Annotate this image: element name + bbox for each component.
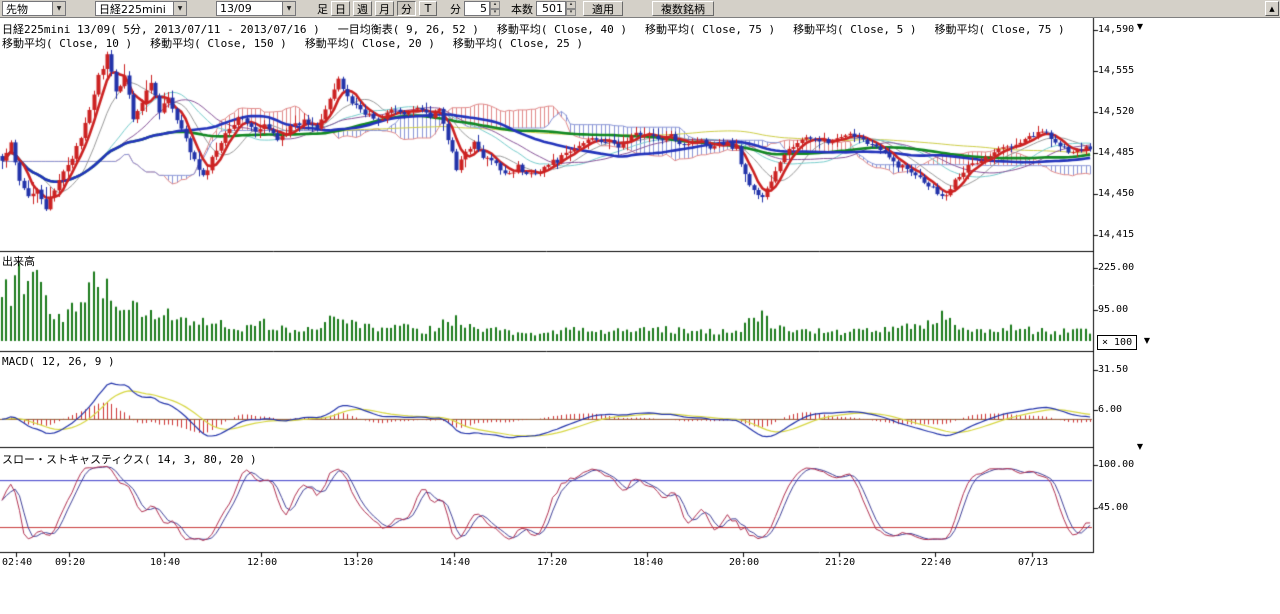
volume-panel-menu-arrow-icon[interactable]: ▼: [1141, 336, 1153, 345]
spin-down-icon[interactable]: ▾: [566, 9, 576, 17]
price-tick-label: 14,415: [1098, 229, 1134, 241]
legend-item: 移動平均( Close, 5 ): [793, 21, 916, 37]
time-axis-label: 10:40: [150, 557, 180, 569]
bars-spinner[interactable]: ▴ ▾: [566, 1, 576, 16]
contract-month-value: 13/09: [217, 2, 282, 15]
chart-canvas[interactable]: [0, 18, 1100, 558]
price-tick-label: 14,520: [1098, 106, 1134, 118]
period-minute-button[interactable]: 分: [397, 1, 416, 16]
stoch-panel-label: スロー・ストキャスティクス( 14, 3, 80, 20 ): [2, 451, 257, 467]
time-axis-label: 18:40: [633, 557, 663, 569]
toolbar: 先物 ▼ 日経225mini ▼ 13/09 ▼ 足 日 週 月 分 T 分 5…: [0, 0, 1280, 18]
price-tick-label: 14,555: [1098, 65, 1134, 77]
period-week-button[interactable]: 週: [353, 1, 372, 16]
symbol-value: 日経225mini: [96, 1, 173, 17]
time-axis-label: 13:20: [343, 557, 373, 569]
chevron-down-icon[interactable]: ▼: [52, 2, 65, 15]
stoch-panel-menu-arrow-icon[interactable]: ▼: [1134, 442, 1146, 451]
apply-button[interactable]: 適用: [583, 1, 623, 16]
volume-panel-label: 出来高: [2, 253, 35, 269]
spin-up-icon[interactable]: ▴: [566, 1, 576, 9]
volume-multiplier-badge: × 100: [1097, 335, 1137, 350]
macd-tick-label: 31.50: [1098, 364, 1128, 376]
legend-item: 移動平均( Close, 10 ): [2, 35, 132, 51]
time-axis-label: 14:40: [440, 557, 470, 569]
price-tick-label: 14,485: [1098, 147, 1134, 159]
period-month-button[interactable]: 月: [375, 1, 394, 16]
time-axis-label: 07/13: [1018, 557, 1048, 569]
legend-item: 移動平均( Close, 25 ): [453, 35, 583, 51]
bars-label: 本数: [511, 1, 533, 17]
spin-down-icon[interactable]: ▾: [490, 9, 500, 17]
legend-line-2: 移動平均( Close, 10 ) 移動平均( Close, 150 ) 移動平均(…: [2, 35, 583, 51]
time-axis-label: 17:20: [537, 557, 567, 569]
legend-item: 移動平均( Close, 20 ): [305, 35, 435, 51]
macd-tick-label: 6.00: [1098, 404, 1122, 416]
price-panel-menu-arrow-icon[interactable]: ▼: [1134, 22, 1146, 31]
period-tick-button[interactable]: T: [419, 1, 437, 16]
bars-input[interactable]: 501 ▴ ▾: [536, 1, 576, 16]
symbol-select[interactable]: 日経225mini ▼: [95, 1, 187, 16]
chevron-down-icon[interactable]: ▼: [173, 2, 186, 15]
time-axis-label: 02:40: [2, 557, 32, 569]
chart-application: 先物 ▼ 日経225mini ▼ 13/09 ▼ 足 日 週 月 分 T 分 5…: [0, 0, 1280, 614]
legend-item: 移動平均( Close, 75 ): [645, 21, 775, 37]
timeframe-label: 足: [317, 1, 328, 17]
interval-spinner[interactable]: ▴ ▾: [490, 1, 500, 16]
period-day-button[interactable]: 日: [331, 1, 350, 16]
interval-label: 分: [450, 1, 461, 17]
time-axis-label: 20:00: [729, 557, 759, 569]
spin-up-icon[interactable]: ▴: [490, 1, 500, 9]
stoch-tick-label: 100.00: [1098, 459, 1134, 471]
contract-month-select[interactable]: 13/09 ▼: [216, 1, 296, 16]
instrument-type-value: 先物: [3, 1, 52, 17]
volume-tick-label: 95.00: [1098, 304, 1128, 316]
macd-panel-label: MACD( 12, 26, 9 ): [2, 355, 115, 368]
legend-item: 移動平均( Close, 150 ): [150, 35, 287, 51]
interval-input[interactable]: 5 ▴ ▾: [464, 1, 500, 16]
chevron-down-icon[interactable]: ▼: [282, 2, 295, 15]
legend-item: 移動平均( Close, 75 ): [935, 21, 1065, 37]
time-axis-label: 21:20: [825, 557, 855, 569]
time-axis-label: 09:20: [55, 557, 85, 569]
multi-symbol-button[interactable]: 複数銘柄: [652, 1, 714, 16]
instrument-type-select[interactable]: 先物 ▼: [2, 1, 66, 16]
scroll-up-button[interactable]: ▲: [1265, 1, 1279, 16]
time-axis-label: 22:40: [921, 557, 951, 569]
interval-value[interactable]: 5: [464, 1, 490, 16]
volume-tick-label: 225.00: [1098, 262, 1134, 274]
bars-value[interactable]: 501: [536, 1, 566, 16]
price-tick-label: 14,450: [1098, 188, 1134, 200]
time-axis-label: 12:00: [247, 557, 277, 569]
stoch-tick-label: 45.00: [1098, 502, 1128, 514]
price-tick-label: 14,590: [1098, 24, 1134, 36]
